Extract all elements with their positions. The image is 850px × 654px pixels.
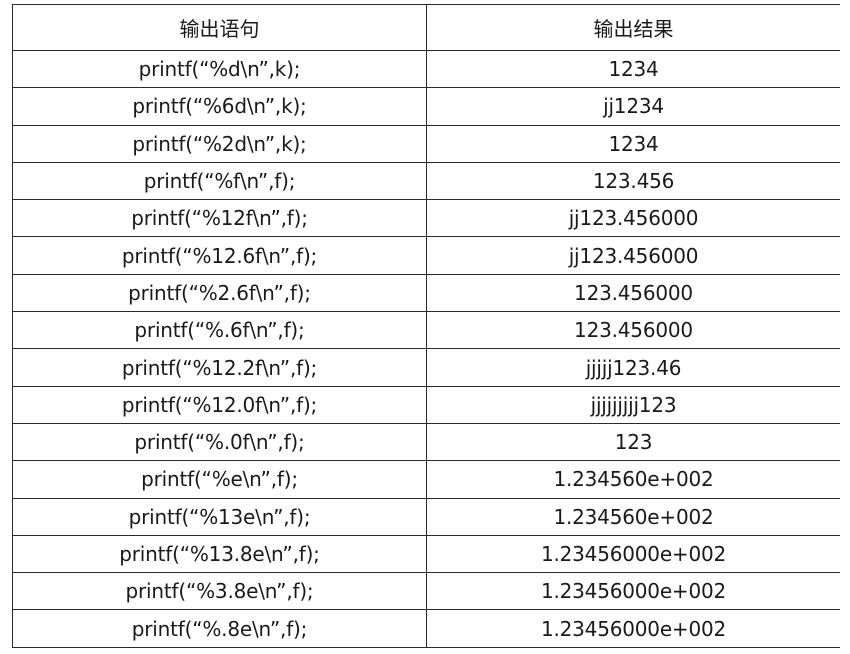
table-row: printf(“%13.8e\n”,f); 1.23456000e+002 <box>12 534 840 574</box>
result-cell: 1.23456000e+002 <box>426 572 840 611</box>
result-cell: 1.234560e+002 <box>426 460 840 499</box>
statement-cell: printf(“%2.6f\n”,f); <box>12 273 427 313</box>
result-cell: 1.23456000e+002 <box>426 534 840 574</box>
printf-format-table: 输出语句 输出结果 printf(“%d\n”,k); 1234 printf(… <box>12 4 840 648</box>
result-cell: 123.456000 <box>426 311 840 350</box>
statement-cell: printf(“%12.6f\n”,f); <box>12 236 427 275</box>
result-cell: 1234 <box>426 49 840 89</box>
statement-cell: printf(“%12.0f\n”,f); <box>12 385 427 424</box>
result-cell: 1.23456000e+002 <box>426 609 840 648</box>
table-row: printf(“%12f\n”,f); jj123.456000 <box>12 199 840 238</box>
result-cell: jjjjj123.46 <box>426 348 840 387</box>
table-row: printf(“%.0f\n”,f); 123 <box>12 422 840 462</box>
table-row: printf(“%d\n”,k); 1234 <box>12 49 840 89</box>
statement-cell: printf(“%d\n”,k); <box>12 49 427 89</box>
statement-cell: printf(“%6d\n”,k); <box>12 87 427 126</box>
statement-cell: printf(“%3.8e\n”,f); <box>12 572 427 611</box>
result-cell: jjjjjjjjj123 <box>426 385 840 424</box>
result-cell: 1.234560e+002 <box>426 497 840 536</box>
statement-cell: printf(“%e\n”,f); <box>12 460 427 499</box>
header-output-result: 输出结果 <box>426 4 840 51</box>
table-row: printf(“%.6f\n”,f); 123.456000 <box>12 311 840 350</box>
table-row: printf(“%e\n”,f); 1.234560e+002 <box>12 460 840 499</box>
table-row: printf(“%12.0f\n”,f); jjjjjjjjj123 <box>12 385 840 424</box>
table-row: printf(“%13e\n”,f); 1.234560e+002 <box>12 497 840 536</box>
result-cell: jj1234 <box>426 87 840 126</box>
result-cell: 123.456 <box>426 161 840 201</box>
table-row: printf(“%2.6f\n”,f); 123.456000 <box>12 273 840 313</box>
table-row: printf(“%2d\n”,k); 1234 <box>12 124 840 163</box>
result-cell: jj123.456000 <box>426 199 840 238</box>
table-header-row: 输出语句 输出结果 <box>12 4 840 51</box>
table-row: printf(“%12.2f\n”,f); jjjjj123.46 <box>12 348 840 387</box>
result-cell: 1234 <box>426 124 840 163</box>
statement-cell: printf(“%.6f\n”,f); <box>12 311 427 350</box>
result-cell: jj123.456000 <box>426 236 840 275</box>
statement-cell: printf(“%.0f\n”,f); <box>12 422 427 462</box>
statement-cell: printf(“%f\n”,f); <box>12 161 427 201</box>
statement-cell: printf(“%12f\n”,f); <box>12 199 427 238</box>
printf-format-table-container: 输出语句 输出结果 printf(“%d\n”,k); 1234 printf(… <box>12 4 840 654</box>
table-row: printf(“%6d\n”,k); jj1234 <box>12 87 840 126</box>
statement-cell: printf(“%.8e\n”,f); <box>12 609 427 648</box>
statement-cell: printf(“%13e\n”,f); <box>12 497 427 536</box>
statement-cell: printf(“%12.2f\n”,f); <box>12 348 427 387</box>
table-row: printf(“%3.8e\n”,f); 1.23456000e+002 <box>12 572 840 611</box>
table-row: printf(“%12.6f\n”,f); jj123.456000 <box>12 236 840 275</box>
header-output-statement: 输出语句 <box>12 4 427 51</box>
result-cell: 123 <box>426 422 840 462</box>
statement-cell: printf(“%2d\n”,k); <box>12 124 427 163</box>
table-row: printf(“%.8e\n”,f); 1.23456000e+002 <box>12 609 840 648</box>
table-row: printf(“%f\n”,f); 123.456 <box>12 161 840 201</box>
result-cell: 123.456000 <box>426 273 840 313</box>
statement-cell: printf(“%13.8e\n”,f); <box>12 534 427 574</box>
